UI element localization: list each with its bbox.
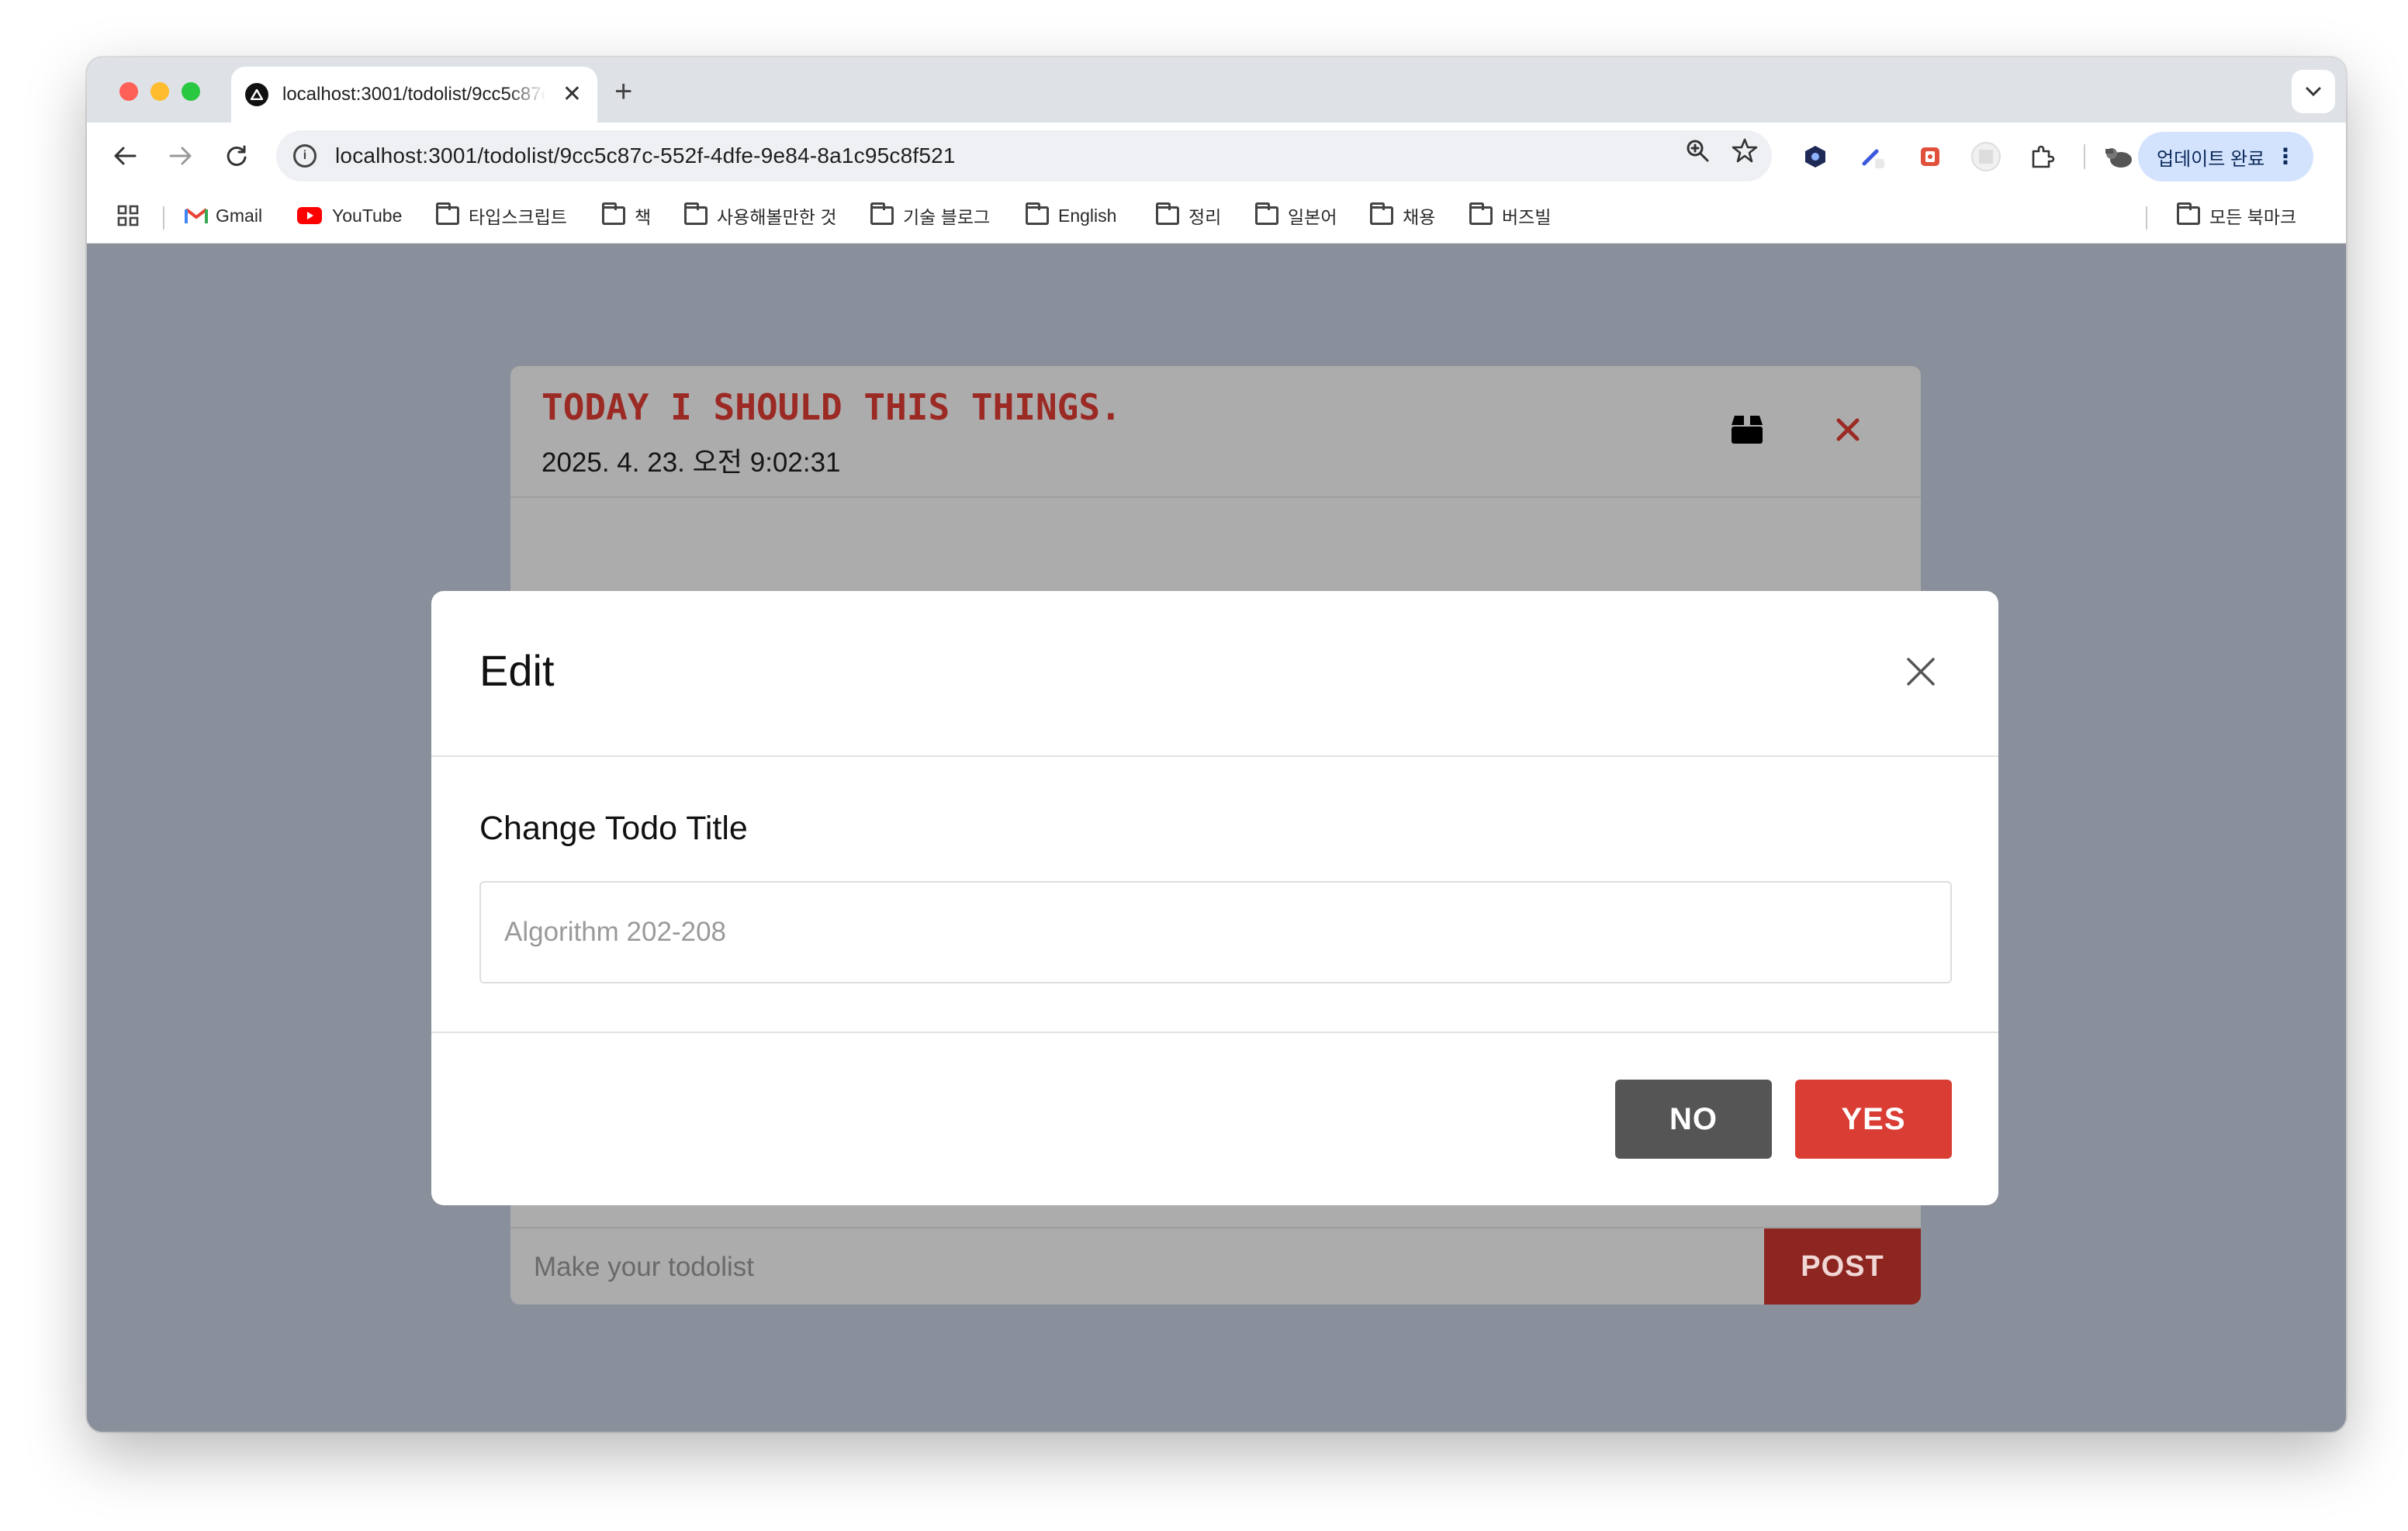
todo-input-row: Make your todolist POST (510, 1227, 1921, 1305)
todo-title: TODAY I SHOULD THIS THINGS. (541, 386, 1122, 428)
reload-icon[interactable] (219, 138, 254, 174)
bookmarks-bar: Gmail YouTube 타입스크립트 책 사용해볼만한 것 기술 블로그 E… (87, 189, 2346, 244)
browser-toolbar: i localhost:3001/todolist/9cc5c87c-552f-… (87, 123, 2346, 189)
close-tab-icon[interactable]: ✕ (562, 81, 582, 109)
bookmark-folder-hiring[interactable]: 채용 (1370, 202, 1435, 230)
update-label: 업데이트 완료 (2157, 148, 2265, 170)
edit-modal: Edit Change Todo Title NO YES (431, 591, 1998, 1205)
todo-title-input[interactable] (479, 881, 1952, 983)
bookmark-label: 사용해볼만한 것 (717, 207, 837, 227)
folder-icon (1370, 202, 1393, 225)
modal-title: Edit (479, 646, 555, 695)
profile-avatar[interactable] (2104, 141, 2135, 172)
back-arrow-icon[interactable] (107, 138, 143, 174)
no-button[interactable]: NO (1615, 1080, 1772, 1159)
folder-icon (870, 202, 894, 225)
bookmark-label: 버즈빌 (1502, 207, 1552, 227)
update-complete-button[interactable]: 업데이트 완료 ⋮ (2138, 132, 2313, 181)
page-overlay[interactable]: TODAY I SHOULD THIS THINGS. 2025. 4. 23.… (87, 244, 2346, 1432)
bookmark-folder-english[interactable]: English (1026, 202, 1116, 230)
todo-date: 2025. 4. 23. 오전 9:02:31 (541, 448, 841, 478)
toolbar-divider (2084, 144, 2085, 169)
maximize-window-button[interactable] (182, 82, 200, 101)
zoom-icon[interactable] (1685, 138, 1710, 167)
bookmark-label: 정리 (1188, 207, 1222, 227)
apps-grid-icon[interactable] (116, 202, 140, 230)
browser-window: localhost:3001/todolist/9cc5c87c-552f-4d… (87, 57, 2346, 1432)
bookmark-all[interactable]: 모든 북마크 (2177, 202, 2296, 230)
folder-icon (602, 202, 625, 225)
modal-body: Change Todo Title (431, 757, 1998, 1033)
bookmark-label: 타입스크립트 (469, 207, 567, 227)
more-options-icon[interactable]: ⋮ (2275, 144, 2296, 169)
youtube-icon (296, 206, 323, 225)
bookmark-label: 일본어 (1288, 207, 1337, 227)
bookmark-folder-notes[interactable]: 정리 (1156, 202, 1221, 230)
archive-box-icon[interactable] (1730, 413, 1764, 445)
bookmark-folder-buzzvil[interactable]: 버즈빌 (1469, 202, 1551, 230)
close-icon[interactable] (1905, 656, 1936, 687)
chevron-down-icon[interactable] (2292, 70, 2335, 113)
bookmark-label: Gmail (216, 205, 263, 226)
bookmark-folder-typescript[interactable]: 타입스크립트 (436, 202, 567, 230)
folder-icon (1255, 202, 1278, 225)
bookmark-folder-tech-blog[interactable]: 기술 블로그 (870, 202, 990, 230)
bookmark-folder-try[interactable]: 사용해볼만한 것 (684, 202, 837, 230)
post-button[interactable]: POST (1764, 1229, 1921, 1305)
folder-icon (1469, 202, 1493, 225)
minimize-window-button[interactable] (150, 82, 169, 101)
close-icon[interactable] (1831, 413, 1865, 447)
browser-tab[interactable]: localhost:3001/todolist/9cc5c87c-552f-4d… (231, 67, 597, 123)
folder-icon (1156, 202, 1179, 225)
extension-hexagon-icon[interactable] (1800, 141, 1831, 172)
site-info-icon[interactable]: i (293, 144, 317, 168)
new-tab-icon[interactable]: + (614, 73, 632, 110)
close-window-button[interactable] (119, 82, 138, 101)
bookmark-label: 책 (635, 207, 652, 227)
bookmark-label: 모든 북마크 (2209, 207, 2297, 227)
folder-icon (2177, 202, 2200, 225)
todo-input[interactable]: Make your todolist (534, 1252, 754, 1283)
extensions-puzzle-icon[interactable] (2026, 141, 2057, 172)
tab-title: localhost:3001/todolist/9cc5c87c-552f-4d… (282, 84, 546, 105)
url-text: localhost:3001/todolist/9cc5c87c-552f-4d… (335, 143, 956, 168)
bookmark-folder-book[interactable]: 책 (602, 202, 651, 230)
bookmark-label: English (1058, 205, 1117, 226)
bookmark-folder-japanese[interactable]: 일본어 (1255, 202, 1337, 230)
modal-header: Edit (431, 591, 1998, 757)
extension-pen-icon[interactable] (1857, 141, 1888, 172)
folder-icon (684, 202, 708, 225)
folder-icon (436, 202, 459, 225)
yes-button[interactable]: YES (1795, 1080, 1952, 1159)
extension-record-icon[interactable] (1915, 141, 1946, 172)
triangle-logo-icon (245, 83, 268, 106)
forward-arrow-icon[interactable] (163, 138, 199, 174)
bookmark-star-icon[interactable] (1732, 138, 1758, 167)
bookmark-divider (2146, 206, 2147, 230)
bookmark-youtube[interactable]: YouTube (296, 202, 402, 230)
extension-grid-icon[interactable] (1970, 141, 2001, 172)
bookmark-label: YouTube (332, 205, 403, 226)
bookmark-label: 채용 (1403, 207, 1436, 227)
tab-bar: localhost:3001/todolist/9cc5c87c-552f-4d… (87, 57, 2346, 123)
folder-icon (1026, 202, 1049, 225)
todo-header: TODAY I SHOULD THIS THINGS. 2025. 4. 23.… (510, 366, 1921, 498)
gmail-icon (185, 206, 208, 225)
bookmark-label: 기술 블로그 (903, 207, 991, 227)
bookmark-gmail[interactable]: Gmail (185, 202, 262, 230)
bookmark-divider (163, 206, 164, 230)
address-bar[interactable]: i localhost:3001/todolist/9cc5c87c-552f-… (276, 130, 1772, 181)
field-label: Change Todo Title (479, 810, 748, 847)
